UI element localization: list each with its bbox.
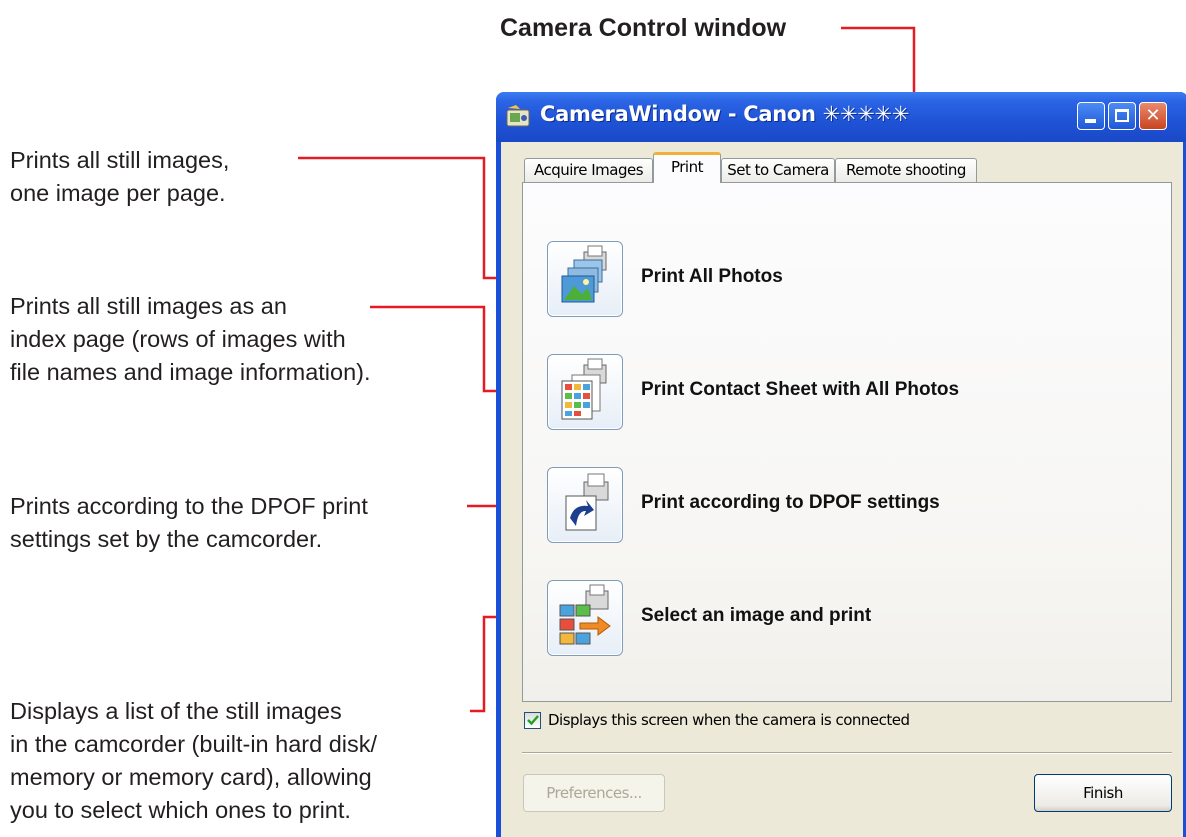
note-line: one image per page. [10, 180, 226, 206]
checkmark-icon [527, 715, 539, 726]
minimize-button[interactable] [1077, 102, 1105, 130]
tab-set-to-camera[interactable]: Set to Camera [721, 158, 835, 182]
window-title: CameraWindow - Canon ✳✳✳✳✳ [540, 102, 910, 126]
preferences-button[interactable]: Preferences... [523, 774, 665, 812]
maximize-button[interactable] [1108, 102, 1136, 130]
camerawindow-app-icon [506, 105, 530, 127]
leader-window-title [841, 26, 916, 100]
note-line: index page (rows of images with [10, 326, 346, 352]
print-contact-sheet-button[interactable] [547, 354, 623, 430]
print-dpof-action[interactable]: Print according to DPOF settings [547, 467, 1147, 543]
tab-print[interactable]: Print [653, 152, 721, 183]
note-line: Displays a list of the still images [10, 698, 342, 724]
note-line: in the camcorder (built-in hard disk/ [10, 731, 378, 757]
select-image-print-icon [559, 584, 611, 645]
note-dpof: Prints according to the DPOF print setti… [10, 490, 368, 556]
print-dpof-button[interactable] [547, 467, 623, 543]
print-all-photos-label: Print All Photos [641, 266, 783, 287]
select-image-print-action[interactable]: Select an image and print [547, 580, 1147, 656]
dpof-print-icon [565, 473, 609, 531]
close-button[interactable]: ✕ [1139, 102, 1167, 130]
note-line: file names and image information). [10, 359, 371, 385]
note-line: settings set by the camcorder. [10, 526, 323, 552]
contact-sheet-icon [561, 358, 607, 420]
footer-separator [522, 752, 1172, 754]
tab-acquire-images[interactable]: Acquire Images [524, 158, 653, 182]
figure-title: Camera Control window [500, 14, 787, 42]
window-client-area: Acquire Images Print Set to Camera Remot… [501, 142, 1183, 837]
note-line: you to select which ones to print. [10, 797, 351, 823]
show-on-connect-checkbox[interactable] [524, 712, 541, 729]
minimize-icon [1085, 119, 1096, 123]
note-line: Prints according to the DPOF print [10, 493, 368, 519]
note-print-all: Prints all still images, one image per p… [10, 144, 229, 210]
select-image-print-button[interactable] [547, 580, 623, 656]
close-icon: ✕ [1145, 105, 1161, 126]
maximize-icon [1115, 109, 1129, 122]
print-all-photos-action[interactable]: Print All Photos [547, 241, 1147, 317]
print-contact-sheet-label: Print Contact Sheet with All Photos [641, 379, 960, 400]
show-on-connect-label: Displays this screen when the camera is … [548, 711, 910, 729]
window-titlebar[interactable]: CameraWindow - Canon ✳✳✳✳✳ ✕ [496, 92, 1186, 142]
print-tab-panel: Print All Photos Print Contact Sheet wit… [522, 182, 1172, 702]
note-line: Prints all still images as an [10, 293, 287, 319]
print-all-photos-icon [561, 245, 607, 303]
print-contact-sheet-action[interactable]: Print Contact Sheet with All Photos [547, 354, 1147, 430]
finish-button[interactable]: Finish [1034, 774, 1172, 812]
print-all-photos-button[interactable] [547, 241, 623, 317]
note-select-image: Displays a list of the still images in t… [10, 695, 377, 827]
tab-remote-shooting[interactable]: Remote shooting [835, 158, 977, 182]
note-contact-sheet: Prints all still images as an index page… [10, 290, 371, 389]
note-line: memory or memory card), allowing [10, 764, 372, 790]
camera-window: CameraWindow - Canon ✳✳✳✳✳ ✕ Acquire Ima… [496, 92, 1186, 837]
print-dpof-label: Print according to DPOF settings [641, 492, 940, 513]
select-image-print-label: Select an image and print [641, 605, 872, 626]
note-line: Prints all still images, [10, 147, 230, 173]
